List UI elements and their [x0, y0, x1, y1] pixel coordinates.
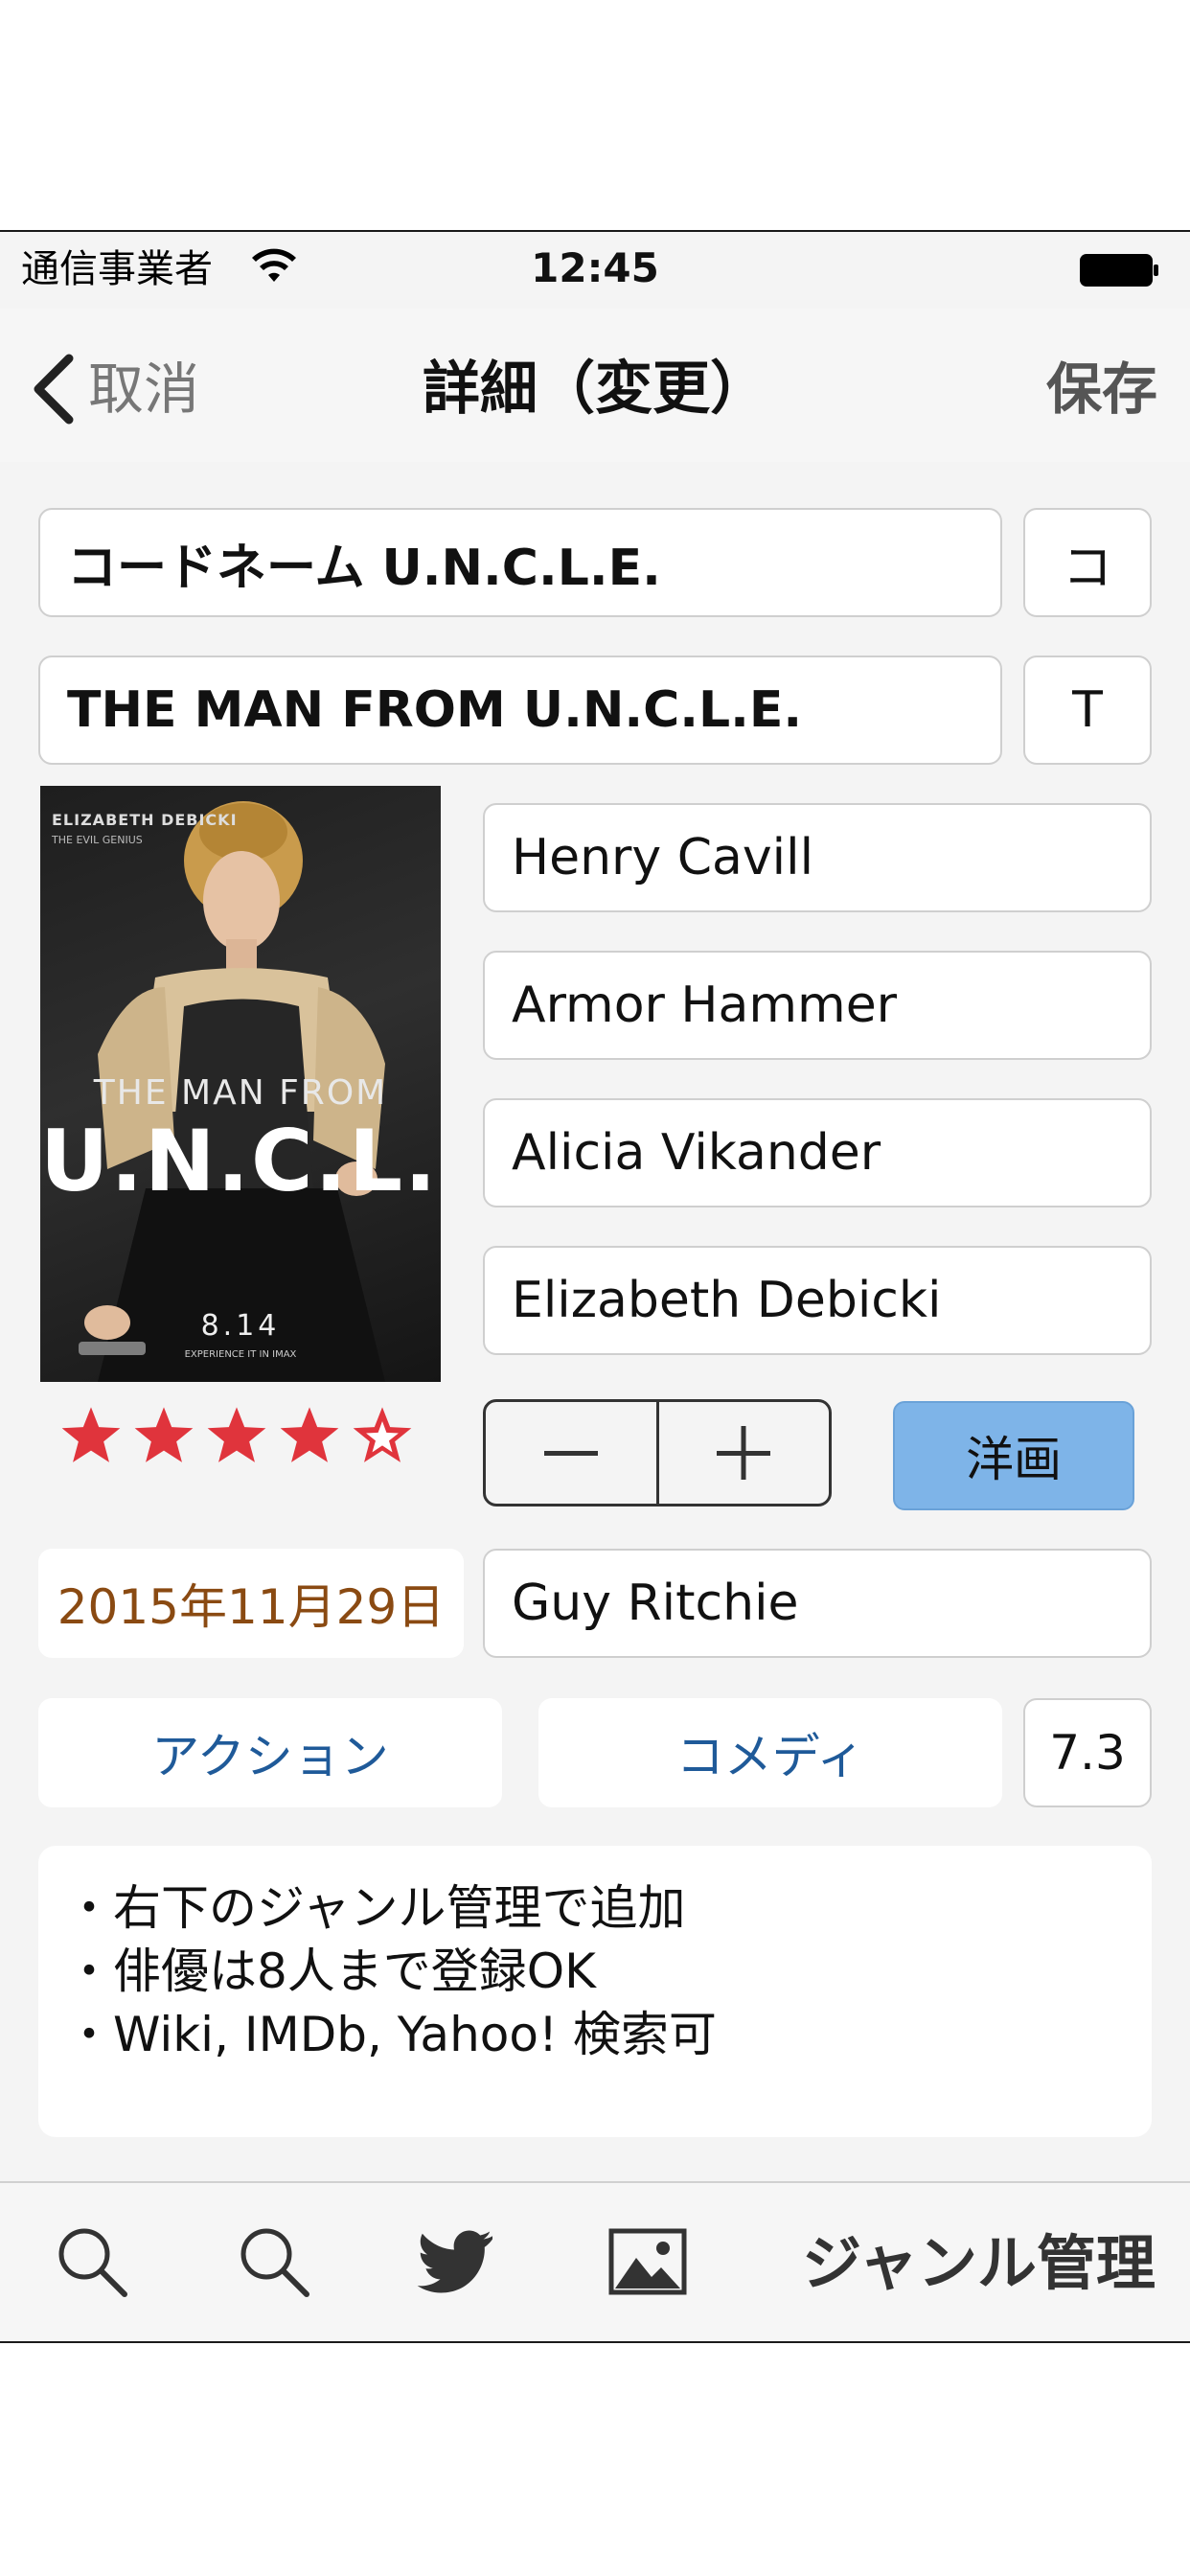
cast-field-1[interactable]: Henry Cavill [483, 803, 1152, 912]
notes-line-3: ・Wiki, IMDb, Yahoo! 検索可 [65, 2007, 717, 2062]
star-outline-icon[interactable] [349, 1403, 416, 1470]
genre-manage-button[interactable]: ジャンル管理 [802, 2225, 1156, 2302]
navigation-bar: 取消 詳細（変更） 保存 [0, 309, 1190, 462]
poster-title-line1: THE MAN FROM [93, 1073, 388, 1113]
genre-tag-comedy[interactable]: コメディ [538, 1698, 1002, 1807]
search-icon[interactable] [52, 2221, 132, 2302]
genre-tag-action[interactable]: アクション [38, 1698, 502, 1807]
minus-icon [543, 1451, 598, 1456]
star-filled-icon[interactable] [276, 1403, 343, 1470]
star-filled-icon[interactable] [57, 1403, 125, 1470]
director-field[interactable]: Guy Ritchie [483, 1549, 1152, 1658]
category-button[interactable]: 洋画 [893, 1401, 1134, 1510]
japanese-title-index-field[interactable]: コ [1023, 508, 1152, 617]
app-screen: 通信事業者 12:45 取消 詳細（変更） 保存 コードネーム U.N.C.L.… [0, 230, 1190, 2343]
notes-textarea[interactable]: ・右下のジャンル管理で追加 ・俳優は8人まで登録OK ・Wiki, IMDb, … [38, 1846, 1152, 2137]
image-icon[interactable] [607, 2221, 688, 2302]
poster-role-text: THE EVIL GENIUS [52, 834, 143, 846]
increment-button[interactable] [655, 1402, 830, 1504]
notes-line-1: ・右下のジャンル管理で追加 [65, 1880, 686, 1936]
poster-date: 8.14 [200, 1309, 281, 1343]
english-title-index-field[interactable]: T [1023, 656, 1152, 765]
japanese-title-field[interactable]: コードネーム U.N.C.L.E. [38, 508, 1002, 617]
status-bar: 通信事業者 12:45 [0, 232, 1190, 309]
cast-field-2[interactable]: Armor Hammer [483, 951, 1152, 1060]
clock: 12:45 [531, 244, 659, 291]
watched-date-field[interactable]: 2015年11月29日 [38, 1549, 464, 1658]
search-icon[interactable] [234, 2221, 314, 2302]
rating-stepper[interactable] [483, 1399, 832, 1506]
bottom-toolbar: ジャンル管理 [0, 2181, 1190, 2341]
cast-field-4[interactable]: Elizabeth Debicki [483, 1246, 1152, 1355]
score-field[interactable]: 7.3 [1023, 1698, 1152, 1807]
twitter-icon[interactable] [416, 2221, 496, 2302]
star-filled-icon[interactable] [203, 1403, 270, 1470]
movie-poster[interactable]: ELIZABETH DEBICKI THE EVIL GENIUS THE MA… [40, 786, 441, 1382]
star-filled-icon[interactable] [130, 1403, 197, 1470]
star-rating[interactable] [57, 1403, 416, 1470]
english-title-field[interactable]: THE MAN FROM U.N.C.L.E. [38, 656, 1002, 765]
poster-actor-text: ELIZABETH DEBICKI [52, 811, 238, 829]
toolbar-bar: ジャンル管理 [0, 2181, 1190, 2341]
plus-icon [717, 1426, 771, 1480]
decrement-button[interactable] [486, 1402, 656, 1504]
page-title: 詳細（変更） [423, 356, 767, 423]
save-button[interactable]: 保存 [1046, 351, 1157, 427]
battery-icon [1080, 254, 1158, 287]
notes-line-2: ・俳優は8人まで登録OK [65, 1944, 596, 1999]
poster-imax-text: EXPERIENCE IT IN IMAX [184, 1349, 297, 1360]
poster-title-line2: U.N.C.L.E. [40, 1112, 441, 1210]
cast-field-3[interactable]: Alicia Vikander [483, 1098, 1152, 1208]
